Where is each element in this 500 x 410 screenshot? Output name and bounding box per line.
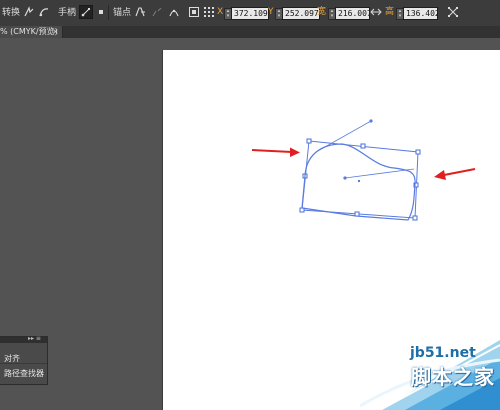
transform-icon[interactable] xyxy=(447,6,459,18)
red-arrow-left xyxy=(251,149,293,153)
width-field[interactable]: 216.007 xyxy=(335,7,370,20)
control-bar: 转换 手柄 锚点 X ▴ ▾ 372.109 Y ▴ ▾ 252.097 宽 ▴… xyxy=(0,0,500,27)
floating-panel: ▸▸ ≡ 对齐 路径查找器 xyxy=(0,335,48,385)
red-arrow-left-head xyxy=(290,147,300,157)
bbox-handle[interactable] xyxy=(306,138,312,144)
red-arrow-right xyxy=(443,168,476,176)
direction-point[interactable] xyxy=(343,176,347,180)
illustrator-window: 转换 手柄 锚点 X ▴ ▾ 372.109 Y ▴ ▾ 252.097 宽 ▴… xyxy=(0,0,500,410)
separator xyxy=(108,5,109,20)
convert-label: 转换 xyxy=(2,8,21,18)
panel-item-pathfinder[interactable]: 路径查找器 xyxy=(4,369,44,379)
document-tab-bar: % (CMYK/预览) × xyxy=(0,26,500,38)
x-field[interactable]: 372.109 xyxy=(231,7,269,20)
x-label: X xyxy=(217,7,224,17)
connect-anchor-icon[interactable] xyxy=(151,6,163,18)
height-label: 高 xyxy=(385,7,395,17)
bbox-handle[interactable] xyxy=(415,149,421,155)
direction-point[interactable] xyxy=(369,119,373,123)
width-label: 宽 xyxy=(317,7,327,17)
close-icon[interactable]: × xyxy=(52,27,59,37)
red-arrow-right-head xyxy=(434,170,446,180)
height-field[interactable]: 136.402 xyxy=(403,7,438,20)
cut-path-icon[interactable] xyxy=(168,6,180,18)
handles-label: 手柄 xyxy=(58,8,77,18)
y-field[interactable]: 252.097 xyxy=(282,7,320,20)
hide-handles-icon[interactable] xyxy=(95,6,107,18)
convert-anchor-corner-icon[interactable] xyxy=(23,6,35,18)
isolate-icon[interactable] xyxy=(188,6,200,18)
document-tab[interactable]: % (CMYK/预览) × xyxy=(0,26,63,38)
panel-header[interactable]: ▸▸ ≡ xyxy=(0,335,47,343)
bounding-box[interactable] xyxy=(301,140,419,219)
direction-handle-line xyxy=(344,168,415,179)
panel-header-controls[interactable]: ▸▸ ≡ xyxy=(28,335,41,343)
remove-anchor-icon[interactable] xyxy=(134,6,146,18)
convert-anchor-smooth-icon[interactable] xyxy=(38,6,50,18)
show-handles-icon[interactable] xyxy=(79,5,93,19)
y-label: Y xyxy=(268,7,274,17)
panel-separator xyxy=(0,363,47,364)
anchor-label: 锚点 xyxy=(113,8,132,18)
watermark-url: jb51.net xyxy=(410,345,476,361)
center-point xyxy=(358,180,360,182)
watermark: jb51.net 脚本之家 xyxy=(360,340,500,410)
canvas-workspace[interactable]: ▸▸ ≡ 对齐 路径查找器 jb51.net 脚本之家 xyxy=(0,38,500,410)
bbox-handle[interactable] xyxy=(360,143,366,149)
document-tab-title: % (CMYK/预览) xyxy=(0,27,58,36)
watermark-name: 脚本之家 xyxy=(411,365,495,389)
bbox-handle[interactable] xyxy=(412,215,418,221)
constrain-proportions-icon[interactable] xyxy=(370,6,382,18)
reference-point-icon[interactable] xyxy=(203,6,215,18)
